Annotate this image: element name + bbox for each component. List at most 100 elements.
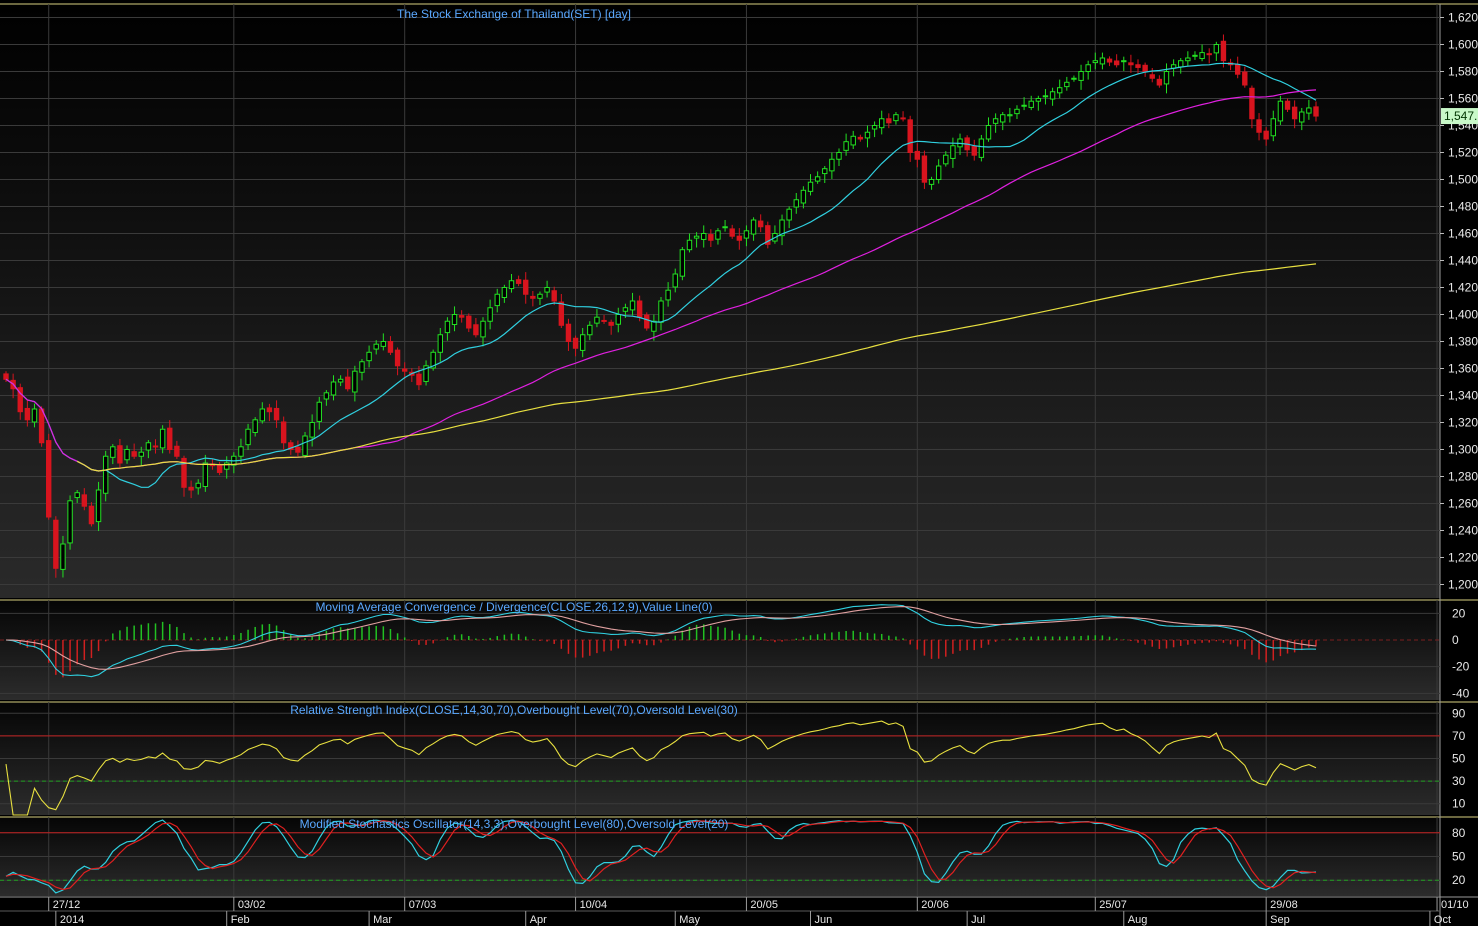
candle-down	[394, 349, 401, 367]
candle-down	[601, 319, 607, 322]
candle-down	[402, 368, 408, 372]
candle-up	[1178, 60, 1184, 68]
macd-tick-label: 0	[1452, 633, 1459, 647]
stochastic-tick-label: 50	[1452, 850, 1466, 864]
candle-up	[800, 189, 807, 204]
candle-up	[1028, 100, 1034, 108]
candle-down	[273, 407, 280, 421]
candle-down	[857, 136, 864, 140]
candle-up	[1163, 71, 1170, 85]
candle-up	[316, 401, 322, 422]
candle-up	[1121, 60, 1127, 63]
candle-up	[60, 543, 66, 570]
candle-up	[330, 381, 337, 396]
candle-up	[67, 500, 73, 544]
price-tick-label: 1,260	[1448, 497, 1478, 511]
candle-up	[487, 307, 493, 322]
candle-up	[1049, 91, 1056, 100]
candle-up	[814, 176, 821, 182]
candle-down	[907, 119, 913, 153]
date-tick-label: 20/05	[750, 899, 778, 911]
candle-down	[736, 235, 743, 241]
candle-down	[708, 234, 714, 241]
candle-up	[1064, 81, 1070, 88]
candle-up	[480, 320, 486, 338]
candle-up	[665, 289, 671, 301]
candle-up	[138, 451, 144, 457]
candle-up	[807, 181, 814, 192]
candle-down	[900, 117, 906, 120]
candle-down	[530, 295, 536, 299]
candle-down	[345, 376, 351, 390]
candle-up	[992, 118, 999, 124]
price-tick-label: 1,600	[1448, 38, 1478, 52]
date-tick-label: 20/06	[921, 899, 949, 911]
candle-down	[1135, 64, 1141, 68]
candle-up	[786, 208, 792, 221]
candle-up	[544, 287, 550, 293]
candle-up	[1021, 104, 1027, 107]
candle-up	[594, 316, 600, 324]
month-tick-label: Apr	[530, 914, 547, 926]
candle-up	[701, 233, 707, 240]
candle-up	[1192, 54, 1198, 57]
candle-up	[579, 334, 586, 351]
macd-panel-title: Moving Average Convergence / Divergence(…	[315, 600, 712, 614]
candle-up	[238, 446, 244, 457]
candle-up	[822, 168, 828, 175]
candle-up	[693, 235, 700, 239]
candle-down	[466, 315, 472, 329]
candle-down	[565, 323, 572, 343]
candle-down	[515, 279, 522, 284]
candle-up	[501, 287, 508, 298]
stock-chart[interactable]: 1,200 1,220 1,240 1,260 1,280 1,300 1,320 1,340…	[0, 0, 1478, 926]
candle-down	[971, 146, 977, 156]
price-tick-label: 1,200	[1448, 578, 1478, 592]
candle-down	[1291, 106, 1298, 120]
candle-up	[1277, 100, 1284, 122]
price-tick-label: 1,300	[1448, 443, 1478, 457]
candle-up	[672, 273, 678, 288]
price-tick-label: 1,380	[1448, 335, 1478, 349]
candle-up	[224, 462, 230, 470]
date-tick-label: 29/08	[1270, 899, 1298, 911]
candle-up	[537, 293, 543, 299]
month-tick-label: 2014	[60, 914, 84, 926]
candle-down	[914, 150, 920, 160]
candle-down	[24, 407, 31, 421]
candle-down	[1242, 71, 1248, 86]
candle-up	[893, 114, 899, 122]
date-tick-label: 01/10	[1441, 899, 1469, 911]
candle-down	[558, 301, 565, 326]
price-tick-label: 1,400	[1448, 308, 1478, 322]
candle-up	[1185, 57, 1191, 62]
candle-up	[1057, 87, 1063, 94]
candle-up	[124, 449, 130, 461]
candle-up	[1007, 114, 1013, 117]
candle-down	[280, 421, 287, 444]
candle-up	[366, 351, 372, 362]
price-tick-label: 1,620	[1448, 11, 1478, 25]
candle-up	[444, 320, 451, 334]
candle-down	[81, 494, 88, 507]
candle-up	[615, 314, 621, 325]
candle-down	[152, 445, 159, 448]
candle-down	[886, 118, 892, 124]
candle-up	[259, 408, 265, 422]
candle-up	[715, 230, 721, 240]
candle-down	[473, 324, 479, 336]
candle-down	[387, 341, 394, 353]
candle-down	[131, 451, 137, 457]
candle-down	[1234, 64, 1241, 75]
candle-down	[572, 337, 579, 349]
date-tick-label: 03/02	[238, 899, 266, 911]
price-tick-label: 1,480	[1448, 200, 1478, 214]
candle-up	[1071, 77, 1077, 80]
price-tick-label: 1,360	[1448, 362, 1478, 376]
candle-up	[587, 324, 593, 336]
candle-up	[95, 489, 102, 523]
month-tick-label: Mar	[373, 914, 392, 926]
candle-up	[1014, 108, 1020, 115]
candle-up	[1042, 95, 1049, 98]
candle-up	[1078, 71, 1084, 81]
